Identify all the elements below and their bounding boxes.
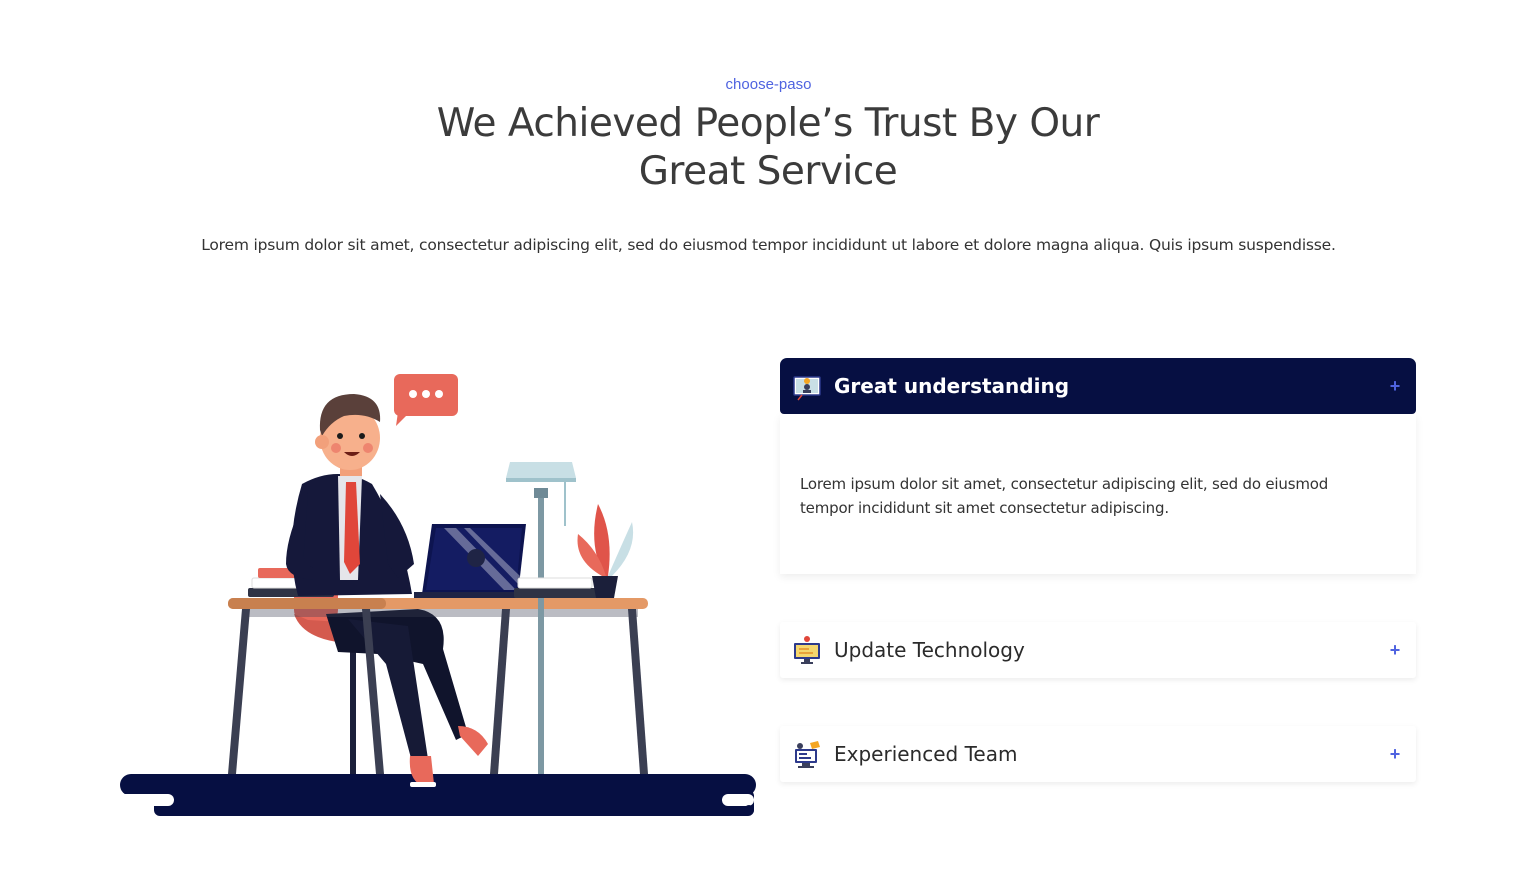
section-title: We Achieved People’s Trust By Our Great …: [418, 100, 1118, 196]
office-worker-illustration: [118, 374, 756, 816]
accordion-header-great-understanding[interactable]: Great understanding +: [780, 358, 1416, 414]
section-title-line-2: Great Service: [638, 149, 898, 194]
plus-icon[interactable]: +: [1388, 744, 1402, 765]
floor-shape: [118, 774, 756, 816]
accordion-header-update-technology[interactable]: Update Technology +: [780, 622, 1416, 678]
section-lead: Lorem ipsum dolor sit amet, consectetur …: [201, 236, 1336, 254]
plus-icon[interactable]: +: [1388, 376, 1402, 397]
accordion-header-experienced-team[interactable]: Experienced Team +: [780, 726, 1416, 782]
accordion-body: Lorem ipsum dolor sit amet, consectetur …: [780, 414, 1416, 574]
accordion-item-great-understanding: Great understanding + Lorem ipsum dolor …: [780, 358, 1416, 574]
accordion-title: Update Technology: [834, 638, 1025, 662]
team-computer-icon: [795, 741, 820, 768]
person: [286, 394, 414, 596]
accordion-body-text: Lorem ipsum dolor sit amet, consectetur …: [800, 475, 1329, 517]
why-choose-section: choose-paso We Achieved People’s Trust B…: [0, 0, 1537, 879]
section-eyebrow: choose-paso: [725, 76, 812, 93]
accordion-title: Great understanding: [834, 374, 1070, 398]
desk-lamp: [506, 462, 576, 774]
section-title-line-1: We Achieved People’s Trust By Our: [436, 101, 1100, 146]
speech-bubble-icon: [394, 374, 458, 426]
monitor-icon: [794, 636, 820, 664]
presentation-icon: [793, 376, 821, 401]
laptop: [414, 524, 528, 598]
features-accordion: Great understanding + Lorem ipsum dolor …: [780, 358, 1416, 782]
accordion-item-experienced-team: Experienced Team +: [780, 726, 1416, 782]
accordion-item-update-technology: Update Technology +: [780, 622, 1416, 678]
books-right: [514, 577, 598, 598]
plus-icon[interactable]: +: [1388, 640, 1402, 661]
accordion-title: Experienced Team: [834, 742, 1018, 766]
